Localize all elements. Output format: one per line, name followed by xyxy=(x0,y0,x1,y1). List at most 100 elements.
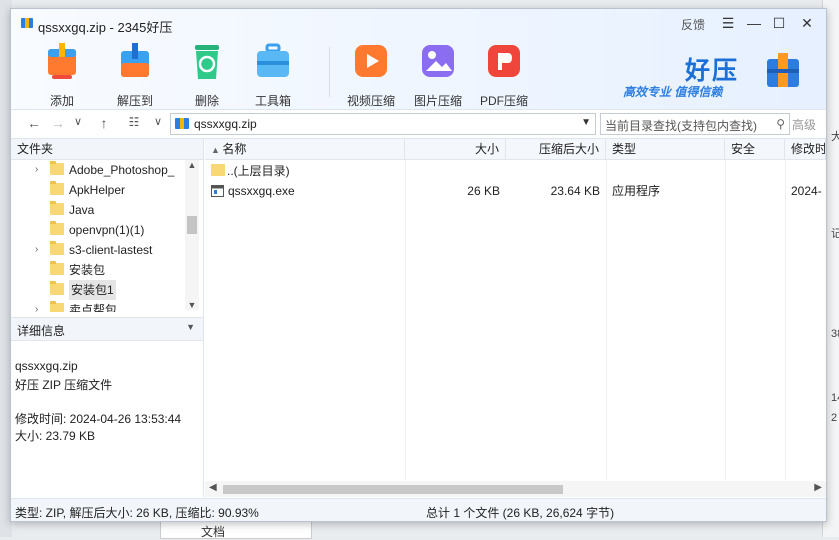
view-mode-icon[interactable]: ☷ xyxy=(125,115,143,129)
title-bar: qssxxgq.zip - 2345好压 反馈 ☰ — ☐ ✕ 添加 解压到 删… xyxy=(11,9,826,109)
tree-item[interactable]: Java xyxy=(35,200,185,220)
details-filetype: 好压 ZIP 压缩文件 xyxy=(15,378,113,392)
search-placeholder: 当前目录查找(支持包内查找) xyxy=(605,119,757,133)
horizontal-scrollbar[interactable]: ◀ ▶ xyxy=(205,481,826,497)
feedback-link[interactable]: 反馈 xyxy=(681,16,705,33)
background-window-bottom: 文档 xyxy=(160,520,312,539)
column-header-size[interactable]: 大小 xyxy=(405,139,506,160)
delete-button[interactable]: 删除 xyxy=(177,39,237,108)
scroll-left-icon[interactable]: ◀ xyxy=(209,482,217,493)
advanced-search-button[interactable]: 高级 xyxy=(792,116,816,133)
up-arrow-icon[interactable]: ↑ xyxy=(95,115,113,131)
maximize-icon[interactable]: ☐ xyxy=(769,14,789,32)
tree-item[interactable]: › s3-client-lastest xyxy=(35,240,185,260)
brand-logo-icon xyxy=(767,53,799,87)
toolbox-button[interactable]: 工具箱 xyxy=(243,39,303,108)
toolbar-separator xyxy=(329,47,330,97)
expand-arrow-icon[interactable]: › xyxy=(35,240,45,260)
add-archive-icon xyxy=(48,43,76,79)
history-dropdown-icon[interactable]: ∨ xyxy=(69,115,87,128)
video-compress-label: 视频压缩 xyxy=(346,94,395,108)
expand-arrow-icon[interactable]: › xyxy=(35,160,45,180)
pdf-compress-label: PDF压缩 xyxy=(479,94,528,108)
address-bar: ← → ∨ ↑ ☷ ∨ qssxxgq.zip ▼ 当前目录查找(支持包内查找)… xyxy=(11,109,826,139)
image-icon xyxy=(422,45,454,77)
tree-scrollbar[interactable]: ▲ ▼ xyxy=(185,160,199,310)
table-row[interactable]: qssxxgq.exe 26 KB 23.64 KB 应用程序 2024- xyxy=(205,181,826,201)
forward-arrow-icon[interactable]: → xyxy=(49,115,67,131)
folder-icon xyxy=(50,201,64,215)
column-header-packed[interactable]: 压缩后大小 xyxy=(506,139,606,160)
tree-item[interactable]: 安装包 xyxy=(35,260,185,280)
left-pane: 文件夹 › Adobe_Photoshop_ ApkHelper Java op… xyxy=(11,139,204,497)
add-button[interactable]: 添加 xyxy=(32,39,92,108)
tree-item-label: ApkHelper xyxy=(69,183,126,197)
scroll-down-icon[interactable]: ▼ xyxy=(185,300,199,310)
search-input[interactable]: 当前目录查找(支持包内查找) ⚲ xyxy=(600,113,790,135)
column-label: 名称 xyxy=(222,142,247,156)
column-divider xyxy=(725,160,726,480)
details-modified: 修改时间: 2024-04-26 13:53:44 xyxy=(15,412,182,426)
folder-tree-header: 文件夹 xyxy=(11,139,203,160)
table-row[interactable]: ..(上层目录) xyxy=(205,161,826,181)
video-icon xyxy=(355,45,387,77)
image-compress-label: 图片压缩 xyxy=(413,94,462,108)
tree-item-label: Adobe_Photoshop_ xyxy=(69,163,175,177)
folder-icon xyxy=(50,161,64,175)
tree-item-label: openvpn(1)(1) xyxy=(69,223,145,237)
toolbox-label: 工具箱 xyxy=(254,94,291,108)
menu-icon[interactable]: ☰ xyxy=(718,14,738,32)
tree-item-label: 卖点帮包 xyxy=(69,303,118,312)
brand-slogan: 高效专业 值得信赖 xyxy=(623,85,723,99)
folder-icon xyxy=(50,221,64,235)
recycle-bin-icon xyxy=(195,45,219,79)
bg-text: 大 xyxy=(831,131,839,143)
video-compress-button[interactable]: 视频压缩 xyxy=(341,39,401,108)
column-divider xyxy=(606,160,607,480)
view-dropdown-icon[interactable]: ∨ xyxy=(149,115,167,128)
bg-text: 记 xyxy=(831,228,839,240)
delete-label: 删除 xyxy=(194,94,219,108)
column-header-security[interactable]: 安全 xyxy=(725,139,785,160)
scroll-thumb[interactable] xyxy=(223,485,563,494)
column-divider xyxy=(405,160,406,480)
folder-icon xyxy=(50,181,64,195)
collapse-icon[interactable]: ▼ xyxy=(186,322,195,332)
column-header-modified[interactable]: 修改时 xyxy=(785,139,826,160)
extract-label: 解压到 xyxy=(116,94,153,108)
file-type: 应用程序 xyxy=(612,184,661,198)
extract-to-button[interactable]: 解压到 xyxy=(105,39,165,108)
back-arrow-icon[interactable]: ← xyxy=(25,115,43,131)
scroll-up-icon[interactable]: ▲ xyxy=(185,160,199,170)
tree-item-label: 安装包 xyxy=(69,263,106,277)
search-icon[interactable]: ⚲ xyxy=(776,117,785,131)
folder-icon xyxy=(211,164,225,176)
bg-text: 14 xyxy=(831,392,839,404)
path-dropdown-icon[interactable]: ▼ xyxy=(581,117,591,128)
tree-item[interactable]: › Adobe_Photoshop_ xyxy=(35,160,185,180)
path-field[interactable]: qssxxgq.zip ▼ xyxy=(170,113,596,135)
column-header-type[interactable]: 类型 xyxy=(606,139,725,160)
haozip-window: qssxxgq.zip - 2345好压 反馈 ☰ — ☐ ✕ 添加 解压到 删… xyxy=(10,8,827,522)
minimize-icon[interactable]: — xyxy=(744,14,764,32)
expand-arrow-icon[interactable]: › xyxy=(35,300,45,312)
column-header-name[interactable]: ▲ 名称 xyxy=(205,139,405,160)
zip-file-icon xyxy=(175,118,189,129)
close-icon[interactable]: ✕ xyxy=(797,14,817,32)
scroll-thumb[interactable] xyxy=(187,216,197,234)
tree-item[interactable]: › 卖点帮包 xyxy=(35,300,185,312)
bg-text: 文档 xyxy=(201,525,226,539)
tree-item[interactable]: ApkHelper xyxy=(35,180,185,200)
status-total: 总计 1 个文件 (26 KB, 26,624 字节) xyxy=(426,506,615,520)
tree-item[interactable]: openvpn(1)(1) xyxy=(35,220,185,240)
column-divider xyxy=(785,160,786,480)
image-compress-button[interactable]: 图片压缩 xyxy=(408,39,468,108)
window-title: qssxxgq.zip - 2345好压 xyxy=(38,20,173,35)
scroll-right-icon[interactable]: ▶ xyxy=(814,482,822,493)
pdf-compress-button[interactable]: PDF压缩 xyxy=(474,39,534,108)
brand-name: 好压 xyxy=(685,57,740,85)
details-header[interactable]: 详细信息 ▼ xyxy=(11,317,203,341)
status-bar: 类型: ZIP, 解压后大小: 26 KB, 压缩比: 90.93% 总计 1 … xyxy=(11,498,826,521)
tree-item-selected[interactable]: 安装包1 xyxy=(35,280,185,300)
extract-icon xyxy=(121,43,149,77)
